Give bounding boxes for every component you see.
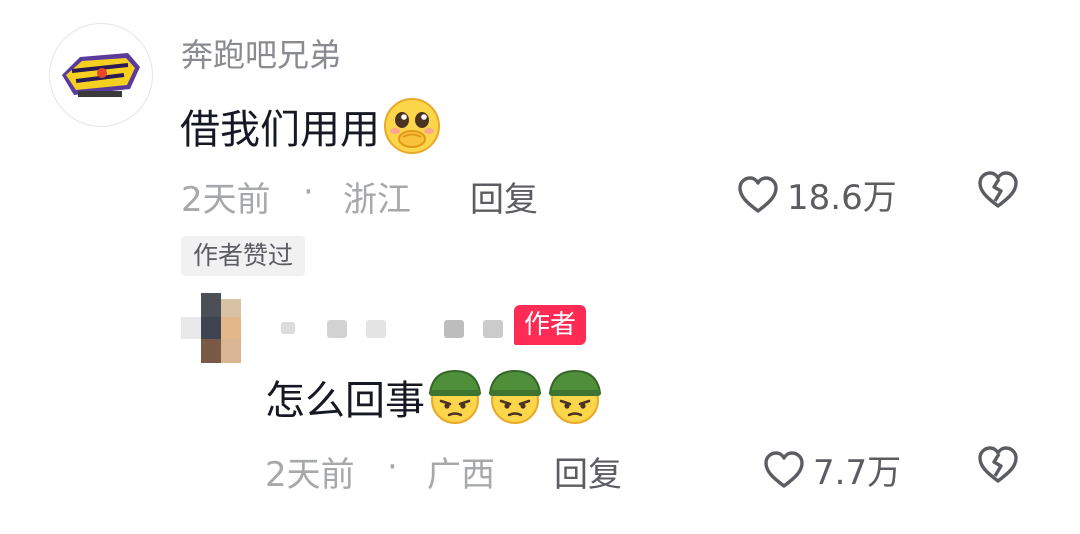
pixelated-avatar-image [181,293,241,363]
username[interactable]: 奔跑吧兄弟 [181,30,341,76]
reply-avatar[interactable] [181,293,241,363]
soldier-helmet-emoji [548,369,602,424]
author-liked-badge: 作者赞过 [181,236,306,276]
dislike-button[interactable] [977,170,1019,214]
heart-outline-icon [764,450,804,488]
running-man-logo [62,53,140,97]
reply-button[interactable]: 回复 [554,447,622,496]
soldier-helmet-emoji [428,369,482,424]
comment-time: 2天前 [181,180,271,220]
comment-text: 借我们用用 [180,107,380,153]
broken-heart-icon [978,446,1018,483]
reply-text: 怎么回事 [265,378,425,424]
reply-time: 2天前 [265,455,355,495]
reply-username-blurred[interactable] [267,318,511,342]
like-count: 7.7万 [813,453,902,493]
like-count: 18.6万 [787,178,897,218]
reply-text-row: 怎么回事 [265,368,605,426]
meta-separator: · [387,447,398,487]
heart-outline-icon [738,175,778,213]
broken-heart-icon [978,171,1018,208]
like-button[interactable]: 18.6万 [737,170,897,219]
meta-separator: · [303,172,314,212]
reply-location: 广西 [427,455,495,495]
reply-button[interactable]: 回复 [470,172,538,221]
soldier-helmet-emoji [488,369,542,424]
like-button[interactable]: 7.7万 [763,445,901,494]
dislike-button[interactable] [977,445,1019,489]
pleading-face-emoji [384,98,440,154]
comment-location: 浙江 [343,180,411,220]
avatar[interactable] [49,23,153,127]
comment-text-row: 借我们用用 [180,96,442,156]
author-badge: 作者 [514,305,587,345]
